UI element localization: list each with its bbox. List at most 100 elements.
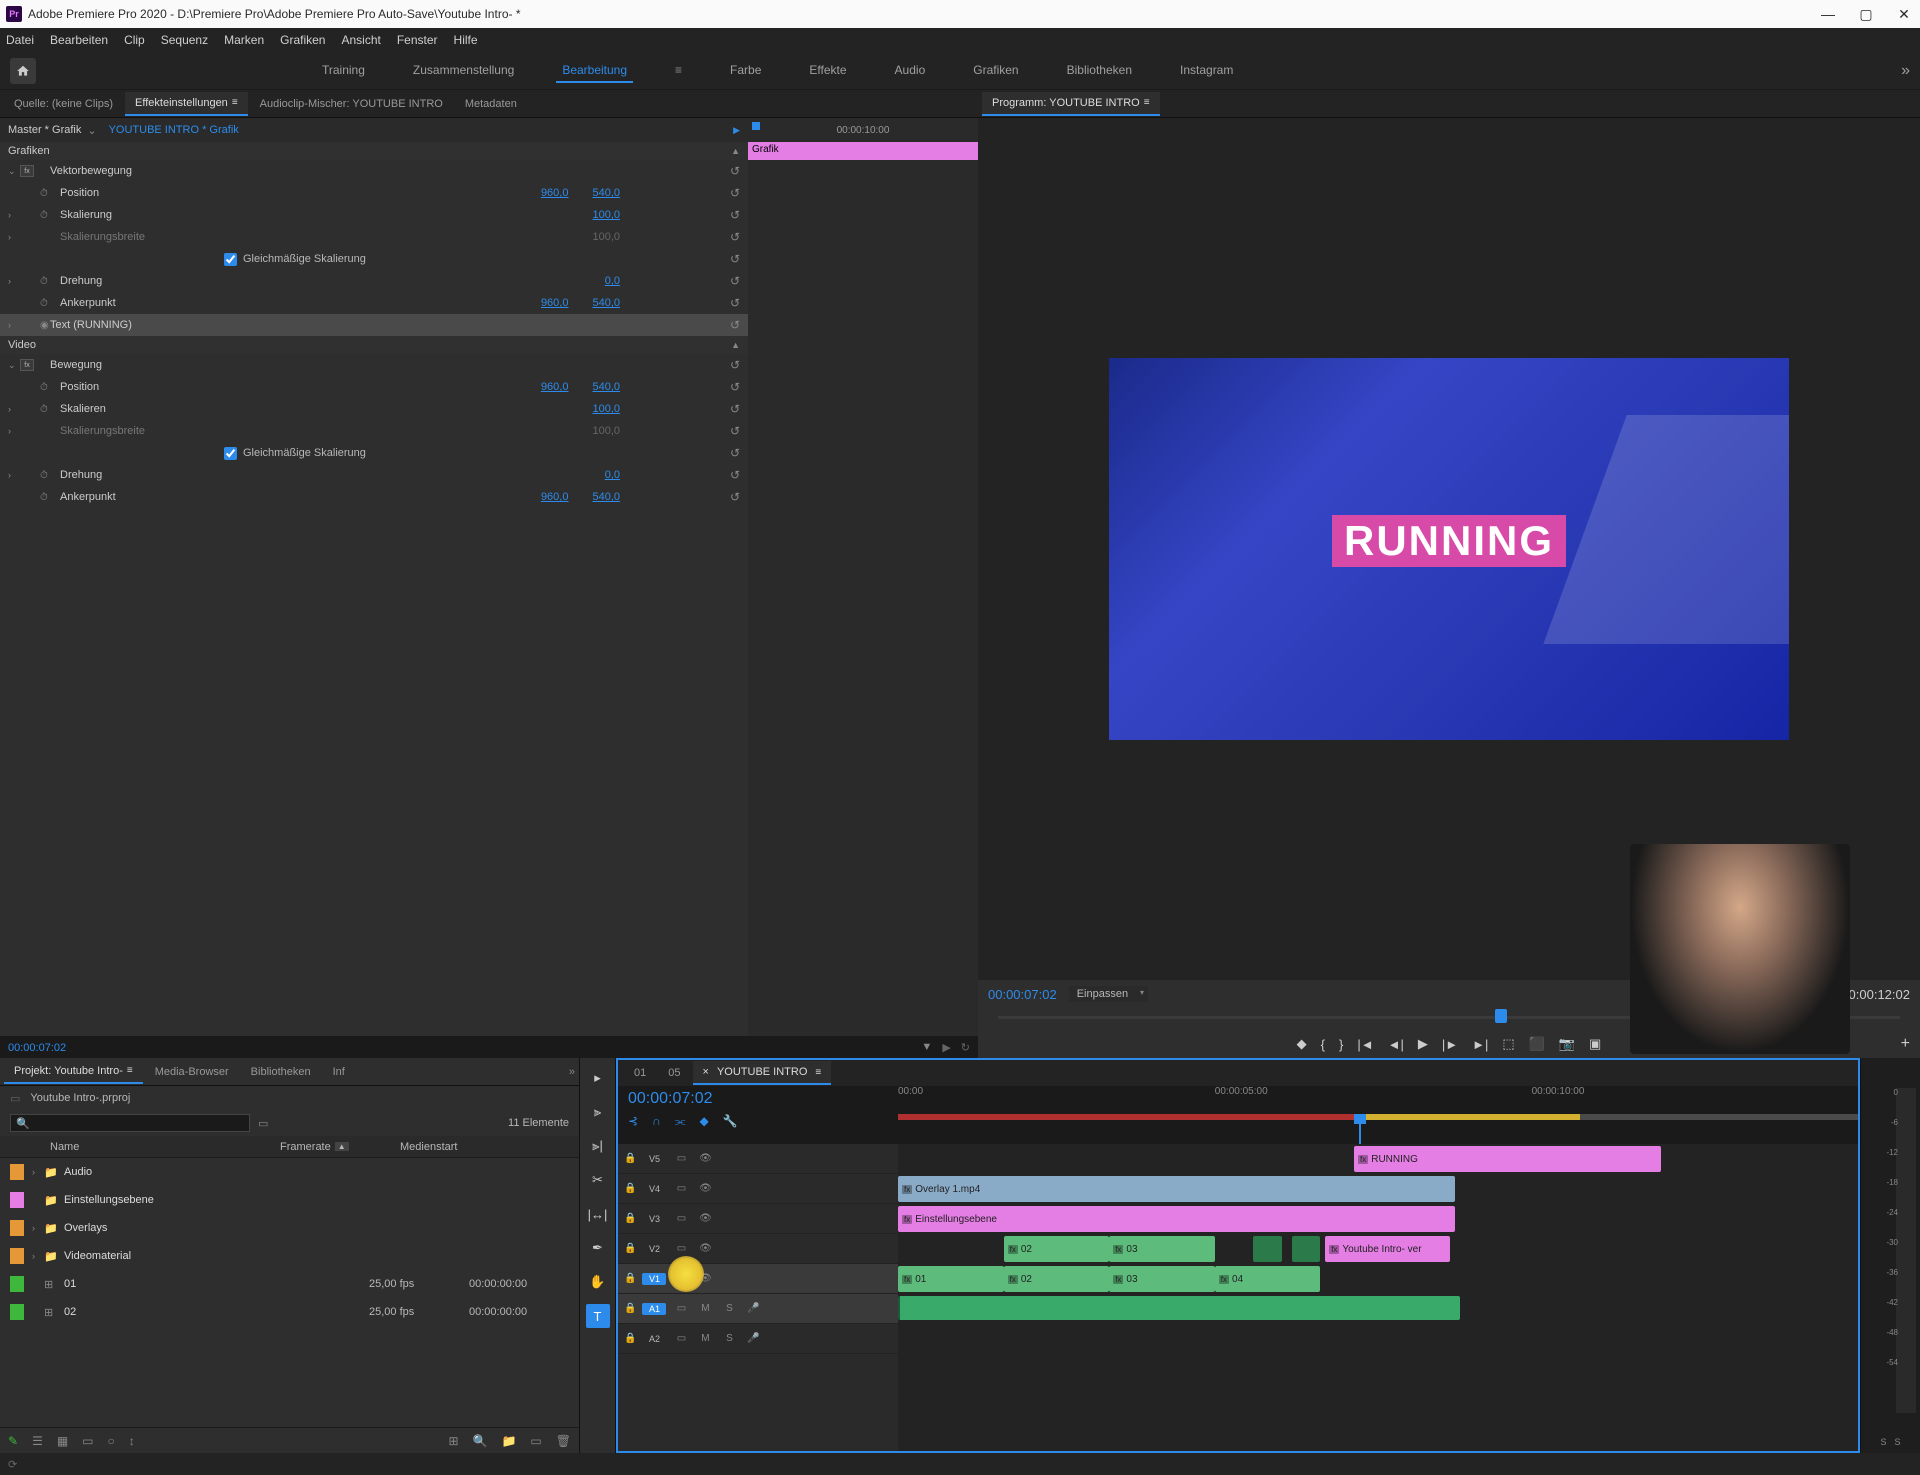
play-button[interactable]: ▶ (1418, 1036, 1428, 1052)
prop-scale-2[interactable]: 100,0 (592, 403, 620, 415)
menu-datei[interactable]: Datei (6, 33, 34, 47)
ec-footer-timecode[interactable]: 00:00:07:02 (8, 1042, 66, 1054)
stopwatch-icon[interactable]: ⏱ (40, 210, 48, 221)
new-bin-button[interactable]: 📁 (501, 1434, 516, 1448)
lock-icon[interactable]: 🔒 (624, 1213, 636, 1224)
menu-marken[interactable]: Marken (224, 33, 264, 47)
trash-button[interactable]: 🗑 (556, 1434, 571, 1448)
reset-icon[interactable]: ↺ (730, 402, 740, 416)
eye-icon[interactable]: ◉ (40, 320, 49, 331)
tab-quelle[interactable]: Quelle: (keine Clips) (4, 92, 123, 116)
extract-button[interactable]: ⬛ (1529, 1036, 1545, 1052)
clip-v1-01[interactable]: fx01 (898, 1266, 1004, 1292)
ec-timeline[interactable]: 00:00:10:00 Grafik (748, 118, 978, 1036)
solo-button[interactable]: S (720, 1333, 738, 1344)
stopwatch-icon[interactable]: ⏱ (40, 298, 48, 309)
clip-running[interactable]: fxRUNNING (1354, 1146, 1661, 1172)
export-frame-button[interactable]: 📷 (1559, 1036, 1575, 1052)
meter-solo-buttons[interactable]: SS (1861, 1437, 1920, 1447)
clip-a1-audio[interactable] (898, 1296, 1460, 1320)
pen-tool[interactable]: ✒ (586, 1236, 610, 1260)
loop-icon[interactable]: ↻ (961, 1041, 970, 1054)
ec-play-icon[interactable]: ▶ (733, 125, 740, 136)
col-medienstart[interactable]: Medienstart (400, 1141, 457, 1153)
auto-seq-icon[interactable]: ⊞ (448, 1434, 458, 1448)
workspace-bibliotheken[interactable]: Bibliotheken (1061, 59, 1138, 83)
close-button[interactable]: ✕ (1894, 6, 1914, 23)
voiceover-icon[interactable]: 🎤 (744, 1333, 762, 1344)
project-item-overlays[interactable]: ›📁Overlays (0, 1214, 579, 1242)
project-item-einstellungsebene[interactable]: 📁Einstellungsebene (0, 1186, 579, 1214)
mark-in-button[interactable]: { (1321, 1037, 1325, 1052)
col-name[interactable]: Name (0, 1141, 280, 1153)
menu-bearbeiten[interactable]: Bearbeiten (50, 33, 108, 47)
zoom-slider-icon[interactable]: ○ (108, 1434, 115, 1448)
stopwatch-icon[interactable]: ⏱ (40, 470, 48, 481)
workspace-bearbeitung[interactable]: Bearbeitung (556, 59, 633, 83)
clip-v2-03[interactable]: fx03 (1109, 1236, 1215, 1262)
timeline-tab-youtube-intro[interactable]: ×YOUTUBE INTRO≡ (693, 1061, 832, 1085)
workspace-effekte[interactable]: Effekte (803, 59, 852, 83)
hand-tool[interactable]: ✋ (586, 1270, 610, 1294)
prop-position-x[interactable]: 960,0 (541, 187, 569, 199)
stopwatch-icon[interactable]: ⏱ (40, 492, 48, 503)
workspace-training[interactable]: Training (316, 59, 371, 83)
prop-anchor-y[interactable]: 540,0 (592, 297, 620, 309)
prop-position-y-2[interactable]: 540,0 (592, 381, 620, 393)
eye-icon[interactable]: 👁 (696, 1153, 714, 1164)
clip-v2-gap1[interactable] (1253, 1236, 1282, 1262)
sort-icon[interactable]: ↕ (129, 1434, 135, 1448)
tab-audioclip-mischer[interactable]: Audioclip-Mischer: YOUTUBE INTRO (250, 92, 453, 116)
home-button[interactable] (10, 58, 36, 84)
find-icon[interactable]: 🔍 (473, 1434, 488, 1448)
menu-ansicht[interactable]: Ansicht (341, 33, 380, 47)
project-item-02[interactable]: ⊞0225,00 fps00:00:00:00 (0, 1298, 579, 1326)
comparison-button[interactable]: ▣ (1589, 1036, 1601, 1052)
lock-icon[interactable]: 🔒 (624, 1243, 636, 1254)
lock-icon[interactable]: 🔒 (624, 1273, 636, 1284)
reset-icon[interactable]: ↺ (730, 318, 740, 332)
freeform-view-icon[interactable]: ▭ (82, 1434, 93, 1448)
icon-view-icon[interactable]: ▦ (57, 1434, 68, 1448)
stopwatch-icon[interactable]: ⏱ (40, 382, 48, 393)
clip-v1-02[interactable]: fx02 (1004, 1266, 1110, 1292)
snap-icon[interactable]: ⊰ (628, 1114, 638, 1129)
reset-icon[interactable]: ↺ (730, 252, 740, 266)
target-icon[interactable]: ▭ (672, 1153, 690, 1164)
workspace-zusammenstellung[interactable]: Zusammenstellung (407, 59, 520, 83)
ec-row-text-running[interactable]: ›◉Text (RUNNING)↺ (0, 314, 748, 336)
col-framerate[interactable]: Framerate▲ (280, 1141, 400, 1153)
proj-overflow-icon[interactable]: » (569, 1066, 575, 1078)
step-forward-button[interactable]: |► (1442, 1037, 1458, 1052)
timeline-tab-01[interactable]: 01 (624, 1061, 656, 1085)
linked-selection-icon[interactable]: ⫘ (675, 1114, 686, 1129)
ripple-edit-tool[interactable]: ⫸| (586, 1134, 610, 1158)
target-icon[interactable]: ▭ (672, 1333, 690, 1344)
uniform-scale-checkbox[interactable] (224, 253, 237, 266)
prop-position-x-2[interactable]: 960,0 (541, 381, 569, 393)
selection-tool[interactable]: ▸ (586, 1066, 610, 1090)
timeline-ruler[interactable]: 00:00 00:00:05:00 00:00:10:00 (898, 1086, 1858, 1144)
track-header-a1[interactable]: 🔒A1▭MS🎤 (618, 1294, 898, 1324)
workspace-audio[interactable]: Audio (889, 59, 932, 83)
solo-button[interactable]: S (720, 1303, 738, 1314)
ec-clip-label[interactable]: YOUTUBE INTRO * Grafik (109, 124, 239, 136)
lock-icon[interactable]: 🔒 (624, 1183, 636, 1194)
go-to-in-button[interactable]: |◄ (1357, 1037, 1373, 1052)
marker-icon[interactable]: ◆ (700, 1114, 709, 1129)
stopwatch-icon[interactable]: ⏱ (40, 188, 48, 199)
ec-section-grafiken[interactable]: Grafiken▲ (0, 142, 748, 160)
reset-icon[interactable]: ↺ (730, 274, 740, 288)
tab-effekteinstellungen[interactable]: Effekteinstellungen≡ (125, 92, 248, 116)
prop-rotation[interactable]: 0,0 (605, 275, 620, 287)
program-fit-dropdown[interactable]: Einpassen (1069, 986, 1148, 1002)
razor-tool[interactable]: ✂ (586, 1168, 610, 1192)
timeline-playhead-icon[interactable] (1354, 1114, 1366, 1124)
workspace-farbe[interactable]: Farbe (724, 59, 767, 83)
timeline-content[interactable]: fxRUNNING fxOverlay 1.mp4 fxEinstellungs… (898, 1144, 1858, 1451)
new-bin-icon[interactable]: ▭ (258, 1117, 268, 1130)
voiceover-icon[interactable]: 🎤 (744, 1303, 762, 1314)
menu-fenster[interactable]: Fenster (397, 33, 438, 47)
list-view-icon[interactable]: ☰ (32, 1434, 43, 1448)
lift-button[interactable]: ⬚ (1502, 1036, 1514, 1052)
